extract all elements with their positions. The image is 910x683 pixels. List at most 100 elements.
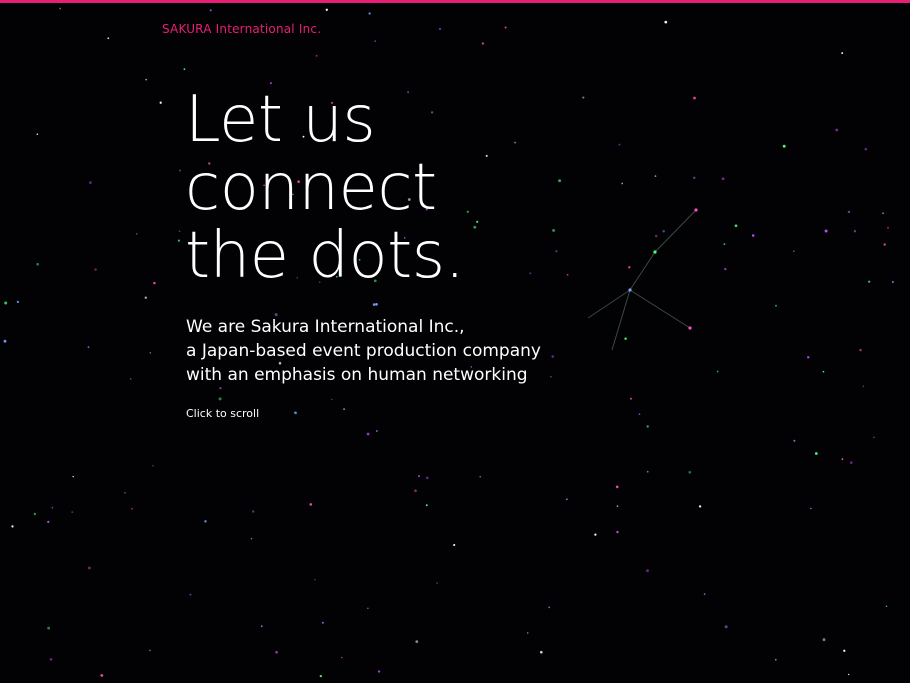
star-dot <box>314 578 316 581</box>
star-dot <box>822 638 826 642</box>
star-dot <box>721 177 725 181</box>
star-dot <box>616 505 619 507</box>
star-dot <box>218 397 222 401</box>
star-dot <box>853 230 857 233</box>
star-dot <box>426 476 429 480</box>
star-dot <box>189 593 192 596</box>
star-dot <box>814 452 818 455</box>
star-dot <box>366 432 370 436</box>
star-dot <box>367 607 369 610</box>
star-dot <box>49 658 53 661</box>
star-dot <box>145 78 148 81</box>
constellation-node <box>653 250 657 254</box>
star-dot <box>144 296 147 299</box>
star-dot <box>372 303 376 306</box>
star-dot <box>275 650 278 654</box>
star-dot <box>582 96 585 99</box>
star-dot <box>376 430 378 432</box>
star-dot <box>703 593 706 595</box>
star-dot <box>368 12 371 15</box>
star-dot <box>864 147 868 151</box>
constellation-node <box>628 288 632 292</box>
star-dot <box>529 272 532 275</box>
headline-line: the dots. <box>185 219 465 293</box>
intro-line: a Japan-based event production company <box>186 341 541 361</box>
star-dot <box>646 425 649 428</box>
star-dot <box>374 40 377 42</box>
constellation-line <box>654 209 697 253</box>
star-dot <box>618 143 621 146</box>
star-dot <box>624 337 627 340</box>
star-dot <box>453 543 456 547</box>
star-dot <box>793 250 795 252</box>
hero-intro: We are Sakura International Inc., a Japa… <box>186 315 541 387</box>
star-dot <box>47 520 50 524</box>
star-dot <box>260 625 263 628</box>
star-dot <box>693 96 696 100</box>
star-dot <box>438 27 442 31</box>
star-dot <box>551 355 554 358</box>
star-dot <box>835 128 839 132</box>
star-dot <box>526 632 529 634</box>
constellation-line <box>587 289 631 319</box>
brand-logo-link[interactable]: SAKURA International Inc. <box>162 22 321 36</box>
star-dot <box>621 182 624 185</box>
star-dot <box>152 464 154 467</box>
star-dot <box>375 302 378 306</box>
star-dot <box>479 475 481 478</box>
star-dot <box>793 439 796 442</box>
star-dot <box>873 436 875 439</box>
constellation-line <box>611 289 631 351</box>
star-dot <box>555 250 558 253</box>
star-dot <box>250 537 253 540</box>
star-dot <box>343 408 346 411</box>
star-dot <box>566 273 569 276</box>
star-dot <box>723 243 726 246</box>
star-dot <box>662 230 665 233</box>
star-dot <box>153 281 156 285</box>
star-dot <box>377 670 381 673</box>
star-dot <box>219 386 222 390</box>
star-dot <box>810 507 812 510</box>
star-dot <box>807 356 810 359</box>
star-dot <box>476 220 479 223</box>
constellation-node <box>688 326 692 330</box>
star-dot <box>724 625 728 629</box>
star-dot <box>841 458 844 461</box>
star-dot <box>698 505 702 508</box>
star-dot <box>36 262 40 266</box>
star-dot <box>473 225 477 229</box>
star-dot <box>548 606 551 609</box>
star-dot <box>51 506 54 509</box>
star-dot <box>693 176 696 179</box>
star-dot <box>72 475 74 478</box>
star-dot <box>124 491 126 494</box>
star-dot <box>415 640 419 643</box>
star-dot <box>466 210 469 213</box>
star-dot <box>94 268 97 271</box>
star-dot <box>87 346 90 349</box>
star-dot <box>36 133 39 135</box>
hero-page: SAKURA International Inc. Let us connect… <box>0 0 910 683</box>
star-dot <box>436 582 438 584</box>
star-dot <box>775 304 777 307</box>
star-dot <box>129 378 132 380</box>
star-dot <box>177 239 181 242</box>
star-dot <box>11 525 14 528</box>
star-dot <box>159 101 162 104</box>
star-dot <box>558 179 562 183</box>
scroll-button[interactable]: Click to scroll <box>186 407 259 420</box>
star-dot <box>751 234 755 237</box>
star-dot <box>481 42 485 45</box>
constellation-lines <box>587 209 697 351</box>
constellation-node <box>694 208 698 212</box>
star-dot <box>149 352 152 354</box>
star-dot <box>87 566 91 570</box>
star-dot <box>204 520 207 523</box>
star-dot <box>822 370 825 373</box>
star-dot <box>868 280 871 283</box>
hero-headline: Let us connect the dots. <box>185 86 465 293</box>
star-dot <box>847 210 851 214</box>
star-dot <box>88 181 92 185</box>
star-dot <box>824 229 828 233</box>
